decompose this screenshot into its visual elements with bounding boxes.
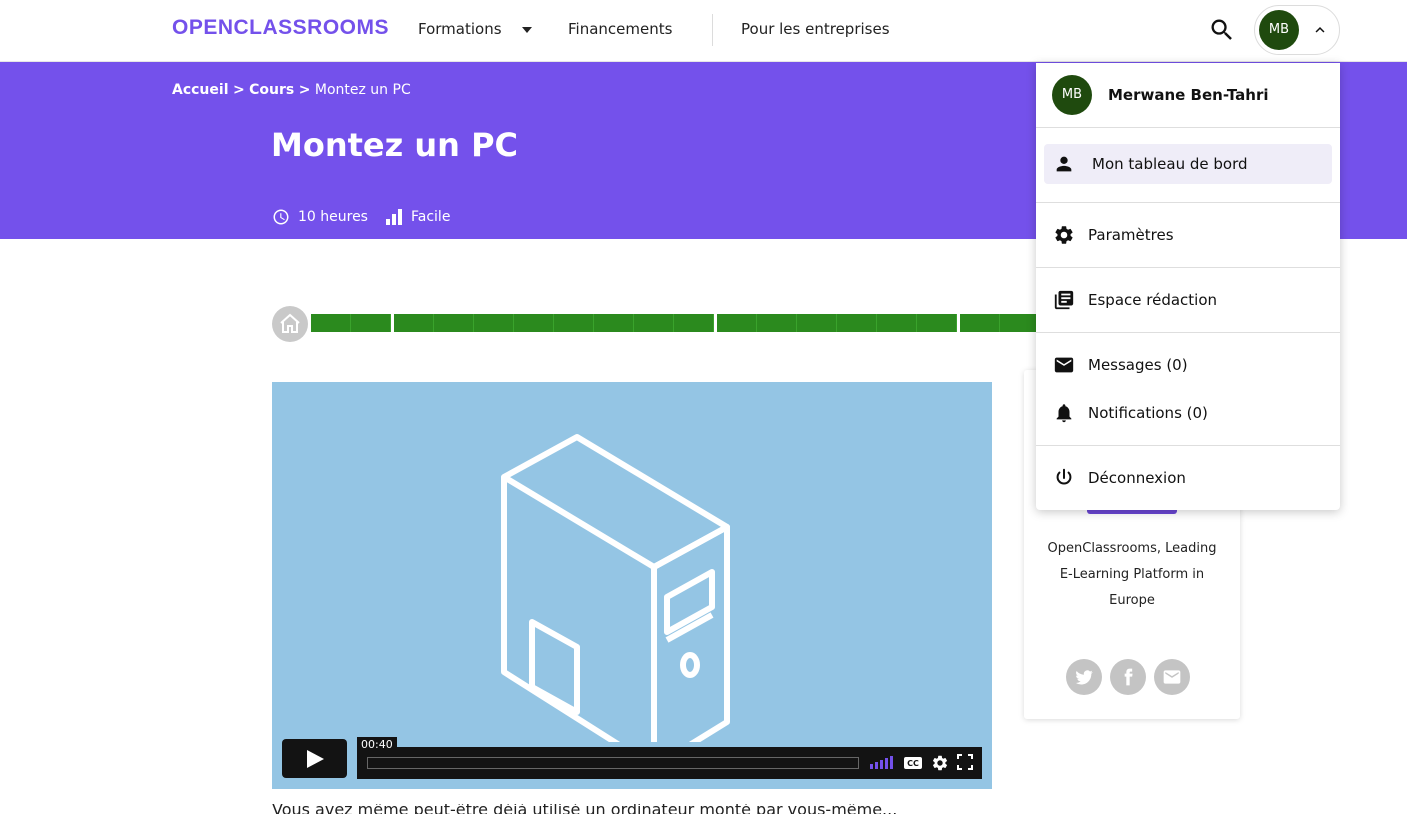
facebook-share-button[interactable]	[1110, 659, 1146, 695]
duration-text: 10 heures	[298, 209, 368, 225]
video-player[interactable]: CC 00:40	[272, 382, 992, 789]
progress-segment[interactable]	[717, 314, 757, 332]
breadcrumb-separator: >	[298, 82, 311, 98]
breadcrumb: Accueil > Cours > Montez un PC	[172, 82, 411, 98]
computer-tower-illustration	[501, 434, 730, 742]
person-icon	[1052, 152, 1076, 176]
bell-icon	[1052, 401, 1076, 425]
library-books-icon	[1052, 288, 1076, 312]
openclassrooms-logo[interactable]: OPENCLASSROOMS	[172, 16, 389, 40]
fullscreen-icon[interactable]	[957, 754, 977, 772]
play-icon	[307, 750, 324, 768]
dropdown-user-header: MB Merwane Ben-Tahri	[1036, 63, 1340, 128]
lesson-text: Vous avez même peut-être déjà utilisé un…	[272, 804, 898, 814]
breadcrumb-separator: >	[232, 82, 245, 98]
menu-item-dashboard[interactable]: Mon tableau de bord	[1044, 144, 1332, 184]
progress-segment[interactable]	[960, 314, 1000, 332]
progress-segment[interactable]	[351, 314, 391, 332]
twitter-icon	[1075, 670, 1093, 685]
video-scrubber[interactable]	[367, 757, 859, 769]
mail-icon	[1052, 353, 1076, 377]
top-navigation: OPENCLASSROOMS Formations Financements P…	[0, 0, 1407, 62]
progress-segment[interactable]	[594, 314, 634, 332]
progress-segment[interactable]	[837, 314, 877, 332]
progress-segment[interactable]	[877, 314, 917, 332]
divider	[1036, 202, 1340, 203]
progress-segment[interactable]	[757, 314, 797, 332]
progress-segment[interactable]	[311, 314, 351, 332]
progress-segment[interactable]	[474, 314, 514, 332]
author-description: OpenClassrooms, Leading E-Learning Platf…	[1047, 541, 1217, 608]
divider	[1036, 332, 1340, 333]
user-name: Merwane Ben-Tahri	[1108, 86, 1269, 104]
menu-item-label: Notifications (0)	[1088, 404, 1208, 422]
avatar: MB	[1052, 75, 1092, 115]
user-dropdown-menu: MB Merwane Ben-Tahri Mon tableau de bord…	[1036, 63, 1340, 510]
divider	[1036, 445, 1340, 446]
search-icon[interactable]	[1208, 16, 1236, 44]
svg-text:CC: CC	[907, 759, 919, 768]
breadcrumb-home[interactable]: Accueil	[172, 82, 229, 98]
progress-segment[interactable]	[514, 314, 554, 332]
play-button[interactable]	[282, 739, 347, 778]
course-duration: 10 heures	[272, 208, 368, 226]
user-menu-button[interactable]: MB	[1254, 5, 1340, 55]
progress-chapter[interactable]	[717, 314, 957, 332]
chevron-up-icon	[1311, 21, 1329, 39]
breadcrumb-current: Montez un PC	[314, 82, 411, 98]
twitter-share-button[interactable]	[1066, 659, 1102, 695]
progress-segment[interactable]	[434, 314, 474, 332]
progress-chapter[interactable]	[394, 314, 714, 332]
lesson-intro-text: Vous avez même peut-être déjà utilisé un…	[272, 804, 992, 814]
page-title: Montez un PC	[271, 126, 519, 164]
avatar: MB	[1259, 10, 1299, 50]
progress-segment[interactable]	[394, 314, 434, 332]
breadcrumb-courses[interactable]: Cours	[249, 82, 294, 98]
volume-slider[interactable]	[870, 755, 895, 769]
menu-item-settings[interactable]: Paramètres	[1036, 215, 1340, 255]
email-share-button[interactable]	[1154, 659, 1190, 695]
progress-segment[interactable]	[1000, 314, 1040, 332]
video-controls: CC 00:40	[282, 737, 982, 779]
nav-divider	[712, 14, 713, 46]
course-home-button[interactable]	[272, 306, 308, 342]
divider	[1036, 267, 1340, 268]
power-icon	[1052, 466, 1076, 490]
menu-item-messages[interactable]: Messages (0)	[1036, 345, 1340, 385]
caret-down-icon[interactable]	[522, 27, 532, 33]
progress-segment[interactable]	[634, 314, 674, 332]
home-icon	[280, 313, 300, 333]
progress-segment[interactable]	[797, 314, 837, 332]
menu-item-label: Paramètres	[1088, 226, 1174, 244]
progress-segment[interactable]	[917, 314, 957, 332]
menu-item-label: Espace rédaction	[1088, 291, 1218, 309]
settings-gear-icon[interactable]	[931, 754, 951, 772]
menu-item-label: Messages (0)	[1088, 356, 1188, 374]
closed-captions-icon[interactable]: CC	[903, 754, 923, 772]
facebook-icon	[1124, 668, 1133, 686]
menu-item-label: Déconnexion	[1088, 469, 1186, 487]
menu-item-label: Mon tableau de bord	[1092, 155, 1248, 173]
level-text: Facile	[411, 209, 451, 225]
menu-item-notifications[interactable]: Notifications (0)	[1036, 393, 1340, 433]
progress-chapter[interactable]	[311, 314, 391, 332]
nav-entreprises[interactable]: Pour les entreprises	[741, 20, 890, 38]
nav-financements[interactable]: Financements	[568, 20, 672, 38]
nav-formations[interactable]: Formations	[418, 20, 502, 38]
progress-segment[interactable]	[554, 314, 594, 332]
menu-item-logout[interactable]: Déconnexion	[1036, 458, 1340, 498]
level-bars-icon	[386, 209, 402, 225]
control-body: CC	[357, 747, 982, 779]
video-timecode: 00:40	[357, 737, 397, 752]
menu-item-editorial-space[interactable]: Espace rédaction	[1036, 280, 1340, 320]
progress-segment[interactable]	[674, 314, 714, 332]
course-progress-bar	[311, 314, 1123, 332]
mail-icon	[1163, 670, 1181, 684]
clock-icon	[273, 209, 289, 225]
course-level: Facile	[385, 208, 450, 226]
gear-icon	[1052, 223, 1076, 247]
